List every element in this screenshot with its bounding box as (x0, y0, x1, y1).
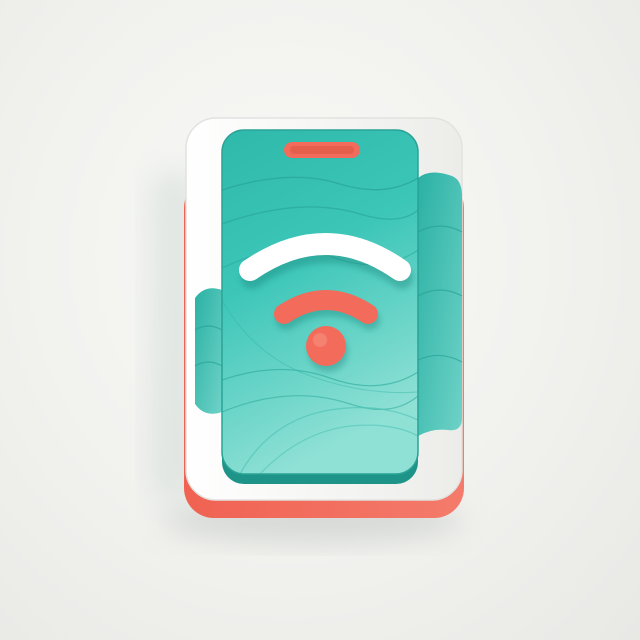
wifi-dot-highlight (313, 333, 327, 347)
right-wave-tab (417, 172, 463, 436)
speaker-slot-inner (290, 146, 354, 154)
wifi-dot (306, 326, 346, 366)
phone-wifi-illustration (150, 117, 464, 542)
illustration-canvas (0, 0, 640, 640)
left-wave-tab (194, 288, 223, 414)
